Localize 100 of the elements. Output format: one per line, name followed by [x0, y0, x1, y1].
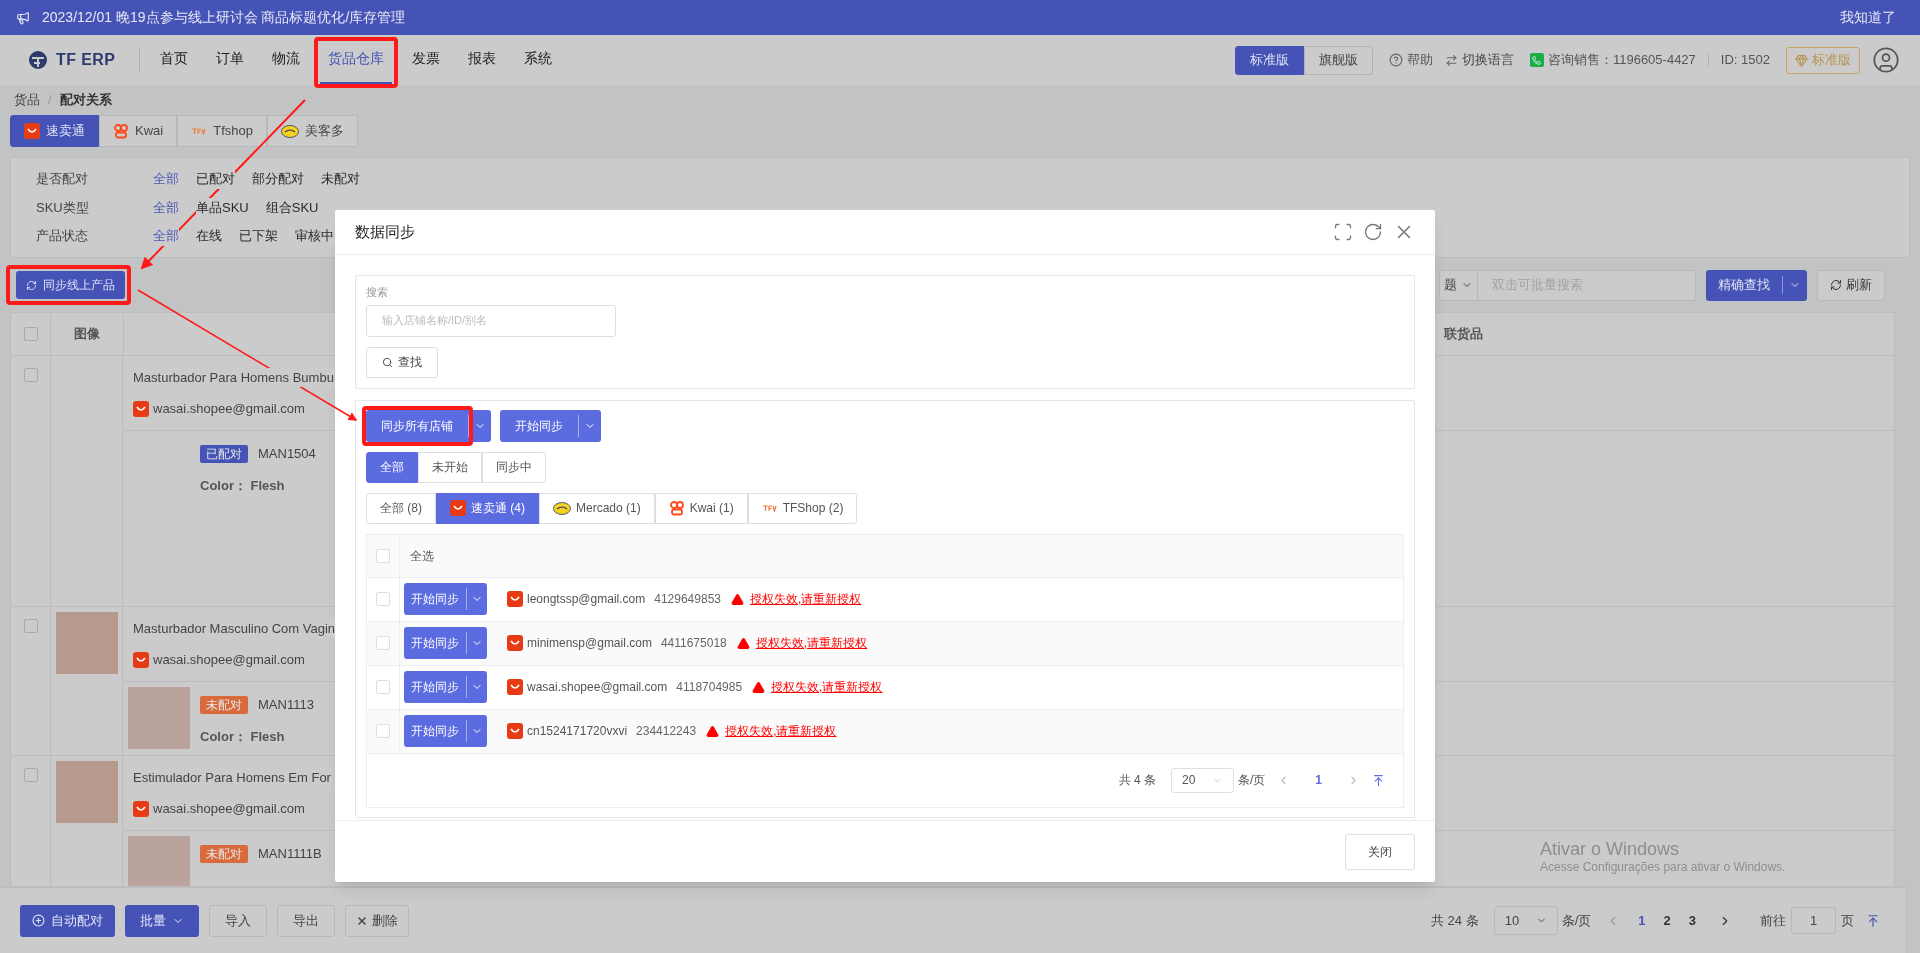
announcement-text: 2023/12/01 晚19点参与线上研讨会 商品标题优化/库存管理 — [42, 8, 406, 27]
page-number[interactable]: 1 — [1638, 910, 1646, 931]
auto-match-button[interactable]: 自动配对 — [20, 904, 115, 937]
column-header: 图像 — [73, 325, 101, 344]
help-link[interactable]: 帮助 — [1406, 50, 1433, 70]
avatar-icon[interactable] — [1872, 46, 1900, 74]
shop-name: minimensp@gmail.com — [527, 635, 652, 652]
back-to-top-icon[interactable] — [1372, 773, 1385, 787]
batch-button[interactable]: 批量 — [125, 904, 199, 937]
filter-option[interactable]: 全部 — [153, 226, 179, 246]
shop-id: 4129649853 — [654, 591, 721, 608]
shop-name: wasai.shopee@gmail.com — [153, 400, 305, 418]
refresh-icon[interactable] — [1363, 222, 1383, 242]
split-action-button[interactable]: 同步所有店铺 — [366, 409, 491, 442]
search-button[interactable]: 查找 — [366, 346, 438, 378]
nav-tab[interactable]: 首页 — [152, 35, 197, 85]
filter-option[interactable]: 已配对 — [196, 169, 235, 189]
delete-button[interactable]: 删除 — [345, 904, 409, 937]
sku-code: MAN1113 — [258, 696, 314, 714]
start-sync-button[interactable]: 开始同步 — [404, 715, 487, 747]
goto-page-field[interactable]: 1 — [1791, 907, 1836, 934]
platform-logo-icon — [761, 504, 778, 512]
search-label: 搜索 — [366, 285, 389, 300]
page-size-select[interactable]: 10 — [1493, 906, 1558, 935]
platform-tab[interactable]: 美客多 — [266, 115, 358, 147]
shop-name: cn1524171720vxvi — [527, 723, 628, 740]
start-sync-button[interactable]: 开始同步 — [404, 671, 487, 703]
filter-label: 是否配对 — [36, 170, 89, 189]
dismiss-link[interactable]: 我知道了 — [1840, 7, 1896, 28]
reauthorize-link[interactable]: 授权失效,请重新授权 — [750, 590, 862, 608]
phone-icon — [1529, 53, 1544, 67]
platform-filter-tab[interactable]: 速卖通 (4) — [436, 492, 539, 524]
reauthorize-link[interactable]: 授权失效,请重新授权 — [725, 722, 837, 740]
nav-tab[interactable]: 物流 — [264, 35, 309, 85]
start-sync-button[interactable]: 开始同步 — [404, 627, 487, 659]
page-number[interactable]: 2 — [1663, 910, 1671, 931]
shop-id: 4411675018 — [660, 635, 727, 652]
reauthorize-link[interactable]: 授权失效,请重新授权 — [755, 634, 868, 652]
exact-search-button[interactable]: 精确查找 — [1706, 269, 1807, 301]
refresh-button[interactable]: 刷新 — [1817, 269, 1885, 301]
page-unit-label: 页 — [1841, 911, 1854, 930]
platform-filter-tab[interactable]: Kwai (1) — [654, 492, 748, 524]
swap-icon — [1444, 53, 1458, 67]
platform-logo-icon — [507, 723, 523, 739]
page-number[interactable]: 3 — [1688, 910, 1696, 931]
platform-tab[interactable]: Tfshop — [177, 115, 267, 147]
search-field-select[interactable]: 题 — [1439, 269, 1478, 301]
checkbox[interactable] — [23, 327, 38, 341]
dialog-title: 数据同步 — [355, 221, 415, 242]
platform-logo-icon — [280, 124, 299, 138]
checkbox[interactable] — [23, 768, 38, 782]
select-all-label: 全选 — [409, 547, 434, 565]
import-button[interactable]: 导入 — [209, 904, 267, 937]
nav-tab[interactable]: 系统 — [516, 35, 561, 85]
filter-label: SKU类型 — [36, 198, 90, 217]
status-tab[interactable]: 未开始 — [418, 451, 482, 483]
nav-tab[interactable]: 订单 — [208, 35, 253, 85]
platform-filter-tab[interactable]: 全部 (8) — [366, 492, 436, 524]
platform-tab[interactable]: 速卖通 — [10, 115, 99, 147]
export-button[interactable]: 导出 — [277, 904, 335, 937]
nav-tab[interactable]: 发票 — [404, 35, 449, 85]
shop-name: leongtssp@gmail.com — [527, 591, 646, 608]
close-button[interactable]: 关闭 — [1345, 833, 1415, 870]
help-icon — [1388, 53, 1403, 67]
sync-products-button[interactable]: 同步线上产品 — [16, 271, 125, 299]
pairing-status-tag: 已配对 — [200, 444, 248, 463]
pairing-status-tag: 未配对 — [200, 844, 248, 863]
edition-toggle[interactable]: 标准版 — [1234, 45, 1304, 75]
plus-icon — [32, 914, 45, 927]
status-tab[interactable]: 同步中 — [482, 451, 546, 483]
goto-label: 前往 — [1760, 911, 1786, 930]
status-tab[interactable]: 全部 — [366, 451, 418, 483]
product-title[interactable]: Masturbador Para Homens Bumbu — [133, 367, 334, 387]
breadcrumb-link[interactable]: 货品 — [14, 90, 40, 110]
fullscreen-icon[interactable] — [1333, 222, 1353, 242]
total-count: 共 24 条 — [1431, 911, 1479, 930]
sku-code: MAN1111B — [258, 845, 322, 863]
platform-filter-tab[interactable]: TFShop (2) — [747, 492, 858, 524]
page-size-select[interactable]: 20 — [1170, 767, 1234, 793]
account-id: ID: 1502 — [1720, 51, 1770, 70]
nav-tab[interactable]: 货品仓库 — [320, 35, 393, 85]
os-activation-title: Ativar o Windows — [1540, 838, 1681, 860]
checkbox[interactable] — [23, 368, 38, 382]
reauthorize-link[interactable]: 授权失效,请重新授权 — [771, 678, 883, 696]
split-action-button[interactable]: 开始同步 — [500, 409, 601, 442]
back-to-top-icon[interactable] — [1866, 913, 1880, 928]
logo-mark-icon — [28, 50, 48, 70]
start-sync-button[interactable]: 开始同步 — [404, 583, 487, 615]
platform-tab[interactable]: Kwai — [99, 115, 178, 147]
per-page-label: 条/页 — [1561, 911, 1592, 930]
platform-filter-tab[interactable]: Mercado (1) — [539, 492, 655, 524]
nav-tab[interactable]: 报表 — [460, 35, 505, 85]
edition-toggle[interactable]: 旗舰版 — [1303, 45, 1373, 75]
checkbox[interactable] — [23, 619, 38, 633]
platform-logo-icon — [191, 127, 208, 135]
language-link[interactable]: 切换语言 — [1461, 50, 1514, 70]
breadcrumb-current: 配对关系 — [59, 91, 112, 110]
platform-logo-icon — [133, 400, 149, 417]
page-number[interactable]: 1 — [1315, 771, 1322, 789]
platform-logo-icon — [507, 679, 523, 695]
